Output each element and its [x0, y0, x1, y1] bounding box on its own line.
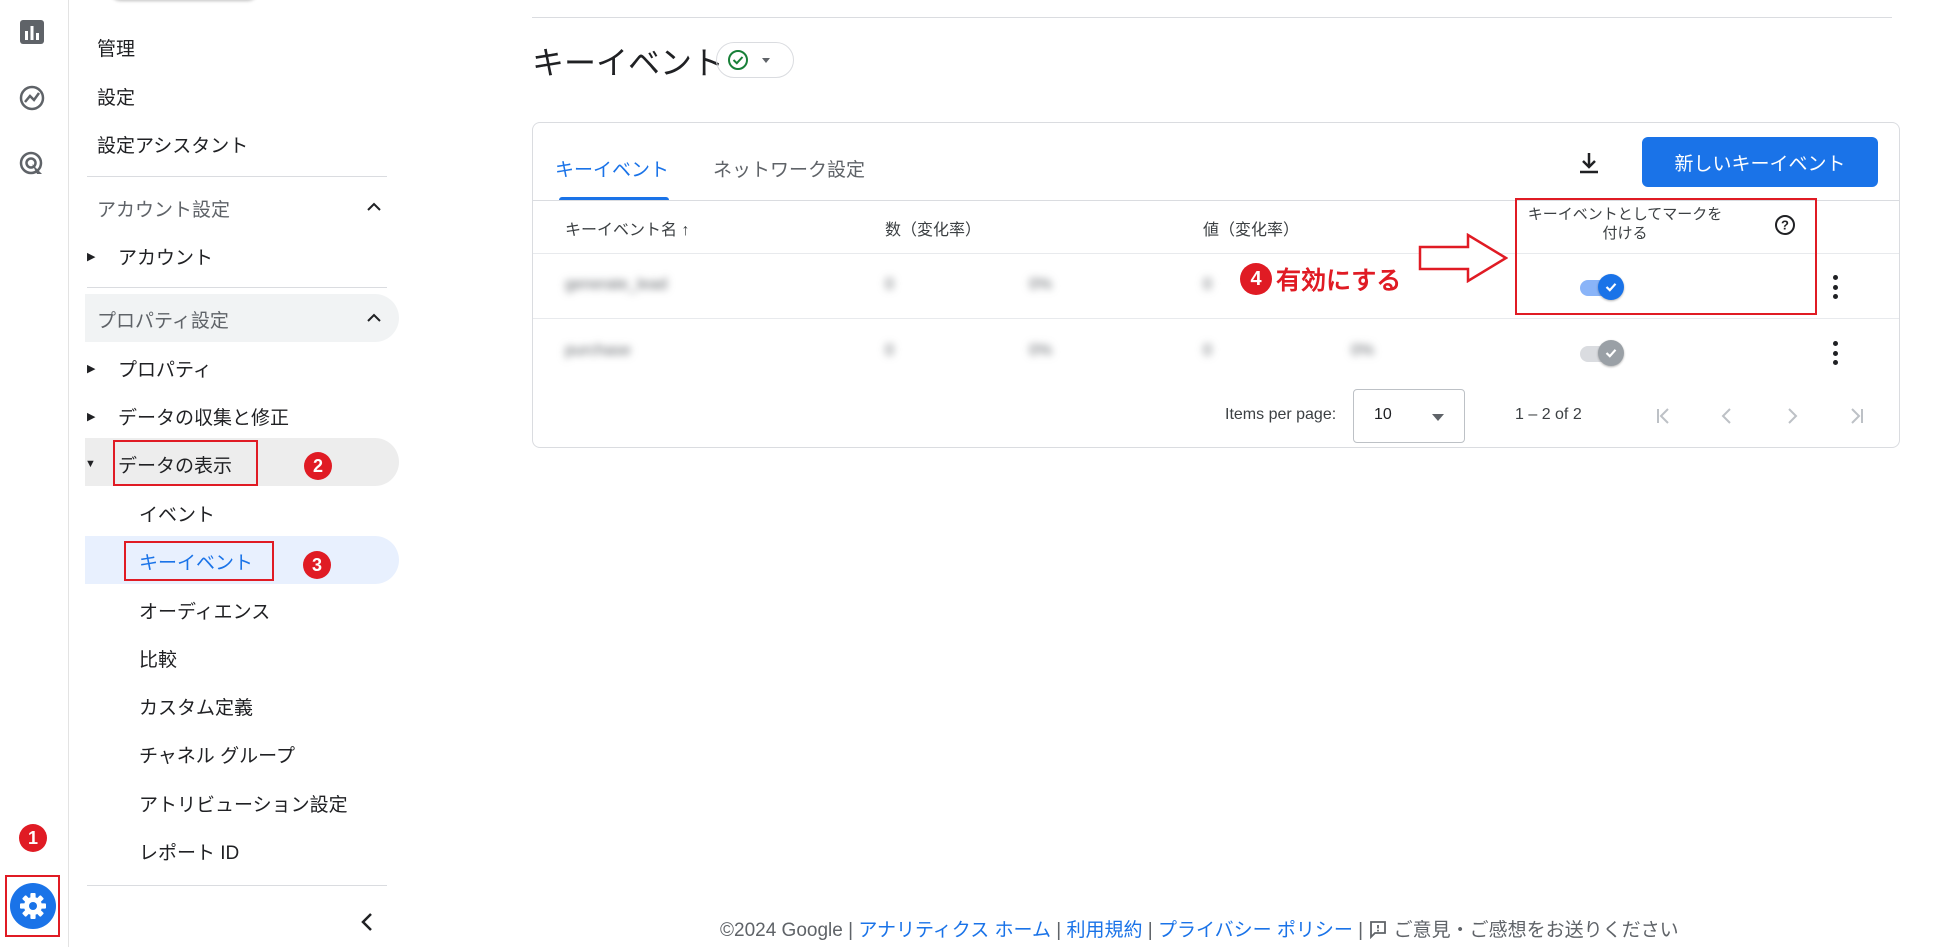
nav-setup-assistant[interactable]: 設定アシスタント [97, 131, 248, 158]
items-per-page-value: 10 [1374, 406, 1392, 423]
reports-icon[interactable] [18, 18, 46, 46]
highlight-settings [5, 875, 60, 937]
status-chip[interactable] [716, 42, 794, 78]
dropdown-arrow-icon [762, 58, 770, 63]
annotation-enable-text: 有効にする [1276, 267, 1402, 295]
pagination-range: 1 – 2 of 2 [1515, 406, 1582, 423]
more-options-icon[interactable] [1831, 275, 1839, 299]
nav-property[interactable]: プロパティ [118, 355, 212, 382]
footer-link-terms[interactable]: 利用規約 [1066, 920, 1142, 941]
nav-admin[interactable]: 管理 [97, 34, 135, 61]
step-1-badge: 1 [19, 824, 47, 852]
nav-settings[interactable]: 設定 [97, 83, 135, 110]
step-2-badge: 2 [304, 452, 332, 480]
col-event-name[interactable]: キーイベント名 ↑ [565, 216, 689, 240]
chevron-up-icon[interactable] [365, 198, 383, 216]
new-key-event-button[interactable]: 新しいキーイベント [1642, 137, 1878, 187]
dropdown-arrow-icon [1432, 414, 1444, 421]
check-icon [1605, 349, 1617, 358]
nav-audiences[interactable]: オーディエンス [139, 597, 270, 624]
property-settings-heading[interactable]: プロパティ設定 [97, 306, 229, 333]
items-per-page-select[interactable]: 10 [1353, 389, 1465, 443]
tab-network-settings[interactable]: ネットワーク設定 [713, 155, 865, 182]
nav-custom-definitions[interactable]: カスタム定義 [139, 693, 253, 720]
first-page-icon[interactable] [1651, 403, 1677, 429]
highlight-data-display [113, 440, 258, 486]
more-options-icon[interactable] [1831, 341, 1839, 365]
footer-link-analytics-home[interactable]: アナリティクス ホーム [858, 920, 1051, 941]
footer-link-privacy[interactable]: プライバシー ポリシー [1158, 920, 1353, 941]
admin-nav: 管理 設定 設定アシスタント アカウント設定 ▶ アカウント プロパティ設定 ▶… [69, 0, 409, 947]
app-rail: 1 [0, 0, 69, 947]
tab-key-events[interactable]: キーイベント [555, 155, 669, 182]
cell-value: 0 [1203, 342, 1212, 359]
chevron-up-icon[interactable] [365, 309, 383, 327]
nav-divider [87, 176, 387, 177]
account-settings-heading[interactable]: アカウント設定 [97, 195, 230, 222]
items-per-page-label: Items per page: [1225, 406, 1337, 423]
collapse-nav-icon[interactable] [356, 910, 378, 934]
cell-event-name[interactable]: generate_lead [565, 276, 667, 294]
expand-right-icon[interactable]: ▶ [87, 362, 95, 375]
check-circle-icon [728, 50, 748, 70]
next-page-icon[interactable] [1779, 403, 1805, 429]
cell-count: 0 [885, 342, 894, 359]
explore-icon[interactable] [18, 84, 46, 112]
advertising-icon[interactable] [18, 150, 46, 178]
cell-count-change: 0% [1029, 276, 1053, 293]
expand-right-icon[interactable]: ▶ [87, 250, 95, 263]
prev-page-icon[interactable] [1714, 403, 1740, 429]
feedback-icon [1370, 921, 1387, 940]
footer: ©2024 Google | アナリティクス ホーム | 利用規約 | プライバ… [720, 920, 1679, 941]
nav-reporting-identity[interactable]: レポート ID [139, 838, 239, 865]
header-divider [532, 17, 1892, 18]
last-page-icon[interactable] [1843, 403, 1869, 429]
nav-account[interactable]: アカウント [118, 243, 213, 270]
nav-events[interactable]: イベント [139, 500, 215, 527]
page-title: キーイベント [532, 45, 725, 81]
cell-count-change: 0% [1029, 342, 1053, 359]
step-4-badge: 4 [1240, 263, 1272, 295]
cell-value: 0 [1203, 276, 1212, 293]
expand-right-icon[interactable]: ▶ [87, 410, 95, 423]
highlight-key-events [124, 541, 274, 581]
expand-down-icon[interactable]: ▼ [85, 458, 96, 470]
cell-value-change: 0% [1351, 342, 1375, 359]
footer-copyright: ©2024 Google [720, 920, 843, 941]
nav-divider [87, 287, 387, 288]
col-value[interactable]: 値（変化率） [1203, 216, 1299, 240]
arrow-right-icon [1418, 233, 1508, 283]
row-divider [533, 318, 1899, 319]
step-3-badge: 3 [303, 551, 331, 579]
cell-event-name[interactable]: purchase [565, 342, 631, 360]
nav-attribution-settings[interactable]: アトリビューション設定 [139, 790, 348, 817]
col-count[interactable]: 数（変化率） [885, 216, 981, 240]
nav-comparisons[interactable]: 比較 [139, 645, 177, 672]
highlight-mark-column [1515, 198, 1817, 315]
cell-count: 0 [885, 276, 894, 293]
nav-channel-groups[interactable]: チャネル グループ [139, 741, 295, 768]
nav-divider [87, 885, 387, 886]
feedback-link[interactable]: ご意見・ご感想をお送りください [1368, 920, 1679, 941]
download-icon[interactable] [1575, 149, 1603, 177]
nav-data-collection[interactable]: データの収集と修正 [118, 403, 289, 430]
key-event-toggle-disabled [1578, 340, 1626, 366]
